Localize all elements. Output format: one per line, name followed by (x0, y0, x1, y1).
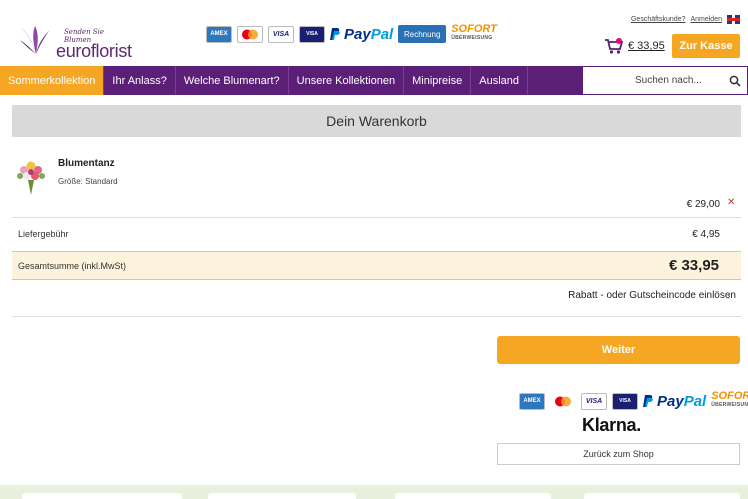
search-input[interactable] (583, 75, 719, 86)
shopping-cart-icon (605, 38, 624, 54)
paypal-text-a: Pay (344, 25, 371, 43)
visa-card-icon: VISA (268, 25, 294, 43)
logo-name: euroflorist (56, 41, 132, 61)
paypal-logo-icon: Pay Pal (330, 26, 393, 43)
nav-item-ausland[interactable]: Ausland (471, 66, 528, 95)
rechnung-icon: Rechnung (398, 25, 447, 43)
search-icon[interactable] (729, 75, 741, 87)
nav-item-minipreise[interactable]: Minipreise (404, 66, 472, 95)
footer-tile (584, 493, 740, 499)
login-link[interactable]: Anmelden (690, 16, 722, 23)
mastercard-icon (237, 25, 263, 43)
product-price: € 29,00 (686, 199, 720, 210)
footer-tile (22, 493, 182, 499)
nav-item-anlass[interactable]: Ihr Anlass? (104, 66, 176, 95)
header: Senden Sie Blumen euroflorist AMEX VISA … (0, 0, 748, 66)
delivery-fee-label: Liefergebühr (18, 229, 69, 239)
divider (12, 316, 741, 317)
paypal-text-b: Pal (370, 25, 394, 43)
business-customer-link[interactable]: Geschäftskunde? (631, 16, 685, 23)
cart-total[interactable]: € 33,95 (628, 40, 665, 52)
amex-card-icon: AMEX (206, 25, 232, 43)
nav-item-blumenart[interactable]: Welche Blumenart? (176, 66, 289, 95)
payment-methods-header: AMEX VISA VISA Pay Pal Rechnung SOFORT ÜB… (206, 24, 497, 44)
remove-item-icon[interactable]: ✕ (727, 197, 735, 208)
bouquet-thumbnail[interactable] (14, 158, 48, 196)
continue-button[interactable]: Weiter (497, 336, 740, 364)
total-label: Gesamtsumme (inkl.MwSt) (18, 261, 127, 271)
total-row: Gesamtsumme (inkl.MwSt) € 33,95 (12, 251, 741, 280)
back-to-shop-button[interactable]: Zurück zum Shop (497, 443, 740, 465)
sofort-text: SOFORT (711, 390, 748, 402)
chevron-right-icon[interactable]: › (727, 291, 730, 302)
paypal-text-b: Pal (683, 392, 707, 410)
search-box (582, 66, 748, 95)
product-size: Größe: Standard (58, 177, 118, 186)
product-name[interactable]: Blumentanz (58, 158, 115, 169)
klarna-logo: Klarna. (582, 415, 641, 435)
mastercard-icon (550, 392, 576, 410)
visa-electron-icon: VISA (612, 392, 638, 410)
footer-tile (395, 493, 551, 499)
flower-logo-icon (20, 26, 50, 54)
mini-cart[interactable]: € 33,95 (604, 38, 665, 54)
sofort-subtext: ÜBERWEISUNG (711, 402, 748, 408)
visa-card-icon: VISA (581, 392, 607, 410)
euroflorist-logo[interactable]: Senden Sie Blumen euroflorist (10, 12, 132, 61)
sofort-icon: SOFORT ÜBERWEISUNG (451, 23, 497, 43)
uk-flag-icon[interactable] (727, 15, 740, 24)
amex-card-icon: AMEX (519, 392, 545, 410)
payment-methods-footer: AMEX VISA VISA PayPal SOFORT ÜBERWEISUNG (519, 390, 748, 410)
top-links: Geschäftskunde? Anmelden (631, 15, 740, 24)
sofort-text: SOFORT (451, 23, 497, 35)
visa-electron-icon: VISA (299, 25, 325, 43)
sofort-subtext: ÜBERWEISUNG (451, 35, 493, 41)
cart-title: Dein Warenkorb (12, 105, 741, 137)
total-value: € 33,95 (668, 257, 719, 274)
checkout-button[interactable]: Zur Kasse (672, 34, 740, 58)
nav-item-sommerkollektion[interactable]: Sommerkollektion (0, 66, 105, 95)
coupon-link[interactable]: Rabatt - oder Gutscheincode einlösen (500, 290, 736, 301)
sofort-icon: SOFORT ÜBERWEISUNG (711, 390, 748, 410)
nav-item-kollektionen[interactable]: Unsere Kollektionen (289, 66, 405, 95)
delivery-fee-value: € 4,95 (692, 229, 720, 240)
footer-tile (208, 493, 356, 499)
paypal-logo-icon: Pay Pal (643, 393, 706, 410)
paypal-text-a: Pay (657, 392, 684, 410)
divider (12, 217, 741, 218)
